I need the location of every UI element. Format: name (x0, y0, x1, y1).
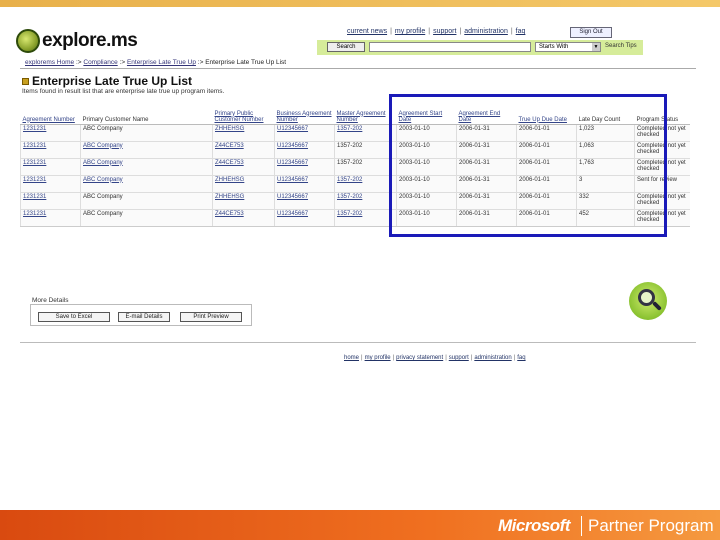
branding-separator (581, 516, 582, 536)
footer-separator: | (361, 355, 363, 361)
column-header-business-agreement[interactable]: Business Agreement Number (274, 97, 335, 125)
business-agreement-cell[interactable]: U12345667 (274, 157, 335, 175)
footer-separator: | (470, 355, 473, 361)
page-subtitle: Items found in result list that are ente… (22, 88, 225, 95)
footer-separator: | (513, 355, 516, 361)
search-bar: Search Starts With ▼ Search Tips (317, 40, 643, 55)
nav-administration[interactable]: administration (464, 28, 508, 35)
more-details-label: More Details (32, 297, 69, 304)
business-agreement-cell[interactable]: U12345667 (274, 208, 335, 227)
business-agreement-cell[interactable]: U12345667 (274, 140, 335, 158)
magnifier-icon (629, 282, 667, 320)
agreement-number-cell[interactable]: 1231231 (20, 140, 81, 158)
nav-current-news[interactable]: current news (347, 28, 387, 35)
customer-name-cell: ABC Company (80, 208, 213, 227)
footer-privacy[interactable]: privacy statement (396, 355, 443, 361)
customer-name-cell[interactable]: ABC Company (80, 174, 213, 192)
master-agreement-cell[interactable]: 1357-202 (334, 123, 397, 141)
top-stripe (0, 0, 720, 7)
footer-administration[interactable]: administration (474, 355, 511, 361)
customer-name-cell: ABC Company (80, 191, 213, 209)
nav-separator: | (428, 28, 431, 35)
business-agreement-cell[interactable]: U12345667 (274, 174, 335, 192)
breadcrumb-compliance[interactable]: Compliance (83, 59, 117, 66)
customer-name-cell: ABC Company (80, 123, 213, 141)
page-title: Enterprise Late True Up List (32, 74, 193, 88)
breadcrumb-late-true-up[interactable]: Enterprise Late True Up (127, 59, 196, 66)
master-agreement-cell[interactable]: 1357-202 (334, 208, 397, 227)
nav-separator: | (510, 28, 513, 35)
footer-faq[interactable]: faq (517, 355, 525, 361)
master-agreement-cell: 1357-202 (334, 140, 397, 158)
nav-separator: | (390, 28, 392, 35)
master-agreement-cell[interactable]: 1357-202 (334, 191, 397, 209)
breadcrumb-separator: :> (119, 59, 127, 66)
footer-navigation: home | my profile | privacy statement | suppor… (342, 355, 528, 361)
search-input[interactable] (369, 42, 531, 52)
title-row: Enterprise Late True Up List (22, 74, 192, 88)
column-header-customer-name: Primary Customer Name (80, 97, 213, 125)
site-logo[interactable]: explore.ms (16, 26, 138, 56)
partner-program-label: Partner Program (588, 516, 714, 535)
public-customer-number-cell[interactable]: ZHHEHSG (212, 191, 275, 209)
public-customer-number-cell[interactable]: Z44CE753 (212, 157, 275, 175)
breadcrumb-current: Enterprise Late True Up List (205, 59, 287, 66)
column-header-master-agreement[interactable]: Master Agreement Number (334, 97, 397, 125)
globe-logo-icon (16, 29, 40, 53)
save-to-excel-button[interactable]: Save to Excel (38, 312, 110, 322)
search-button[interactable]: Search (327, 42, 365, 52)
agreement-number-cell[interactable]: 1231231 (20, 191, 81, 209)
nav-my-profile[interactable]: my profile (395, 28, 425, 35)
business-agreement-cell[interactable]: U12345667 (274, 123, 335, 141)
microsoft-logo: Microsoft (498, 516, 571, 535)
search-mode-value: Starts With (539, 44, 569, 50)
sign-out-button[interactable]: Sign Out (570, 27, 612, 38)
footer-home[interactable]: home (344, 355, 359, 361)
agreement-number-cell[interactable]: 1231231 (20, 208, 81, 227)
agreement-number-cell[interactable]: 1231231 (20, 123, 81, 141)
public-customer-number-cell[interactable]: Z44CE753 (212, 140, 275, 158)
master-agreement-cell[interactable]: 1357-202 (334, 174, 397, 192)
master-agreement-cell: 1357-202 (334, 157, 397, 175)
footer-separator: | (392, 355, 395, 361)
screenshot-frame: explore.ms current news | my profile | suppo… (12, 22, 696, 502)
agreement-number-cell[interactable]: 1231231 (20, 157, 81, 175)
footer-my-profile[interactable]: my profile (365, 355, 391, 361)
logo-text: explore.ms (42, 30, 138, 51)
public-customer-number-cell[interactable]: ZHHEHSG (212, 123, 275, 141)
print-preview-button[interactable]: Print Preview (180, 312, 242, 322)
breadcrumb-home[interactable]: explorems Home (25, 59, 74, 66)
agreement-number-cell[interactable]: 1231231 (20, 174, 81, 192)
customer-name-cell[interactable]: ABC Company (80, 140, 213, 158)
nav-support[interactable]: support (433, 28, 456, 35)
search-mode-select[interactable]: Starts With ▼ (535, 42, 601, 52)
chevron-down-icon[interactable]: ▼ (592, 43, 600, 51)
footer-separator: | (445, 355, 447, 361)
public-customer-number-cell[interactable]: ZHHEHSG (212, 174, 275, 192)
search-tips-link[interactable]: Search Tips (605, 43, 637, 49)
email-details-button[interactable]: E-mail Details (118, 312, 170, 322)
header-divider (20, 68, 696, 69)
column-header-agreement-number[interactable]: Agreement Number (20, 97, 81, 125)
nav-separator: | (459, 28, 462, 35)
magnifier-handle (652, 301, 662, 311)
footer-support[interactable]: support (449, 355, 469, 361)
top-navigation: current news | my profile | support | administ… (344, 28, 528, 35)
date-columns-highlight (389, 94, 667, 237)
page-title-icon (22, 77, 29, 85)
nav-faq[interactable]: faq (516, 28, 526, 35)
breadcrumb: explorems Home :> Compliance :> Enterpri… (25, 59, 286, 66)
customer-name-cell[interactable]: ABC Company (80, 157, 213, 175)
footer-divider (20, 342, 696, 343)
public-customer-number-cell[interactable]: Z44CE753 (212, 208, 275, 227)
column-header-public-customer-number[interactable]: Primary Public Customer Number (212, 97, 275, 125)
business-agreement-cell[interactable]: U12345667 (274, 191, 335, 209)
